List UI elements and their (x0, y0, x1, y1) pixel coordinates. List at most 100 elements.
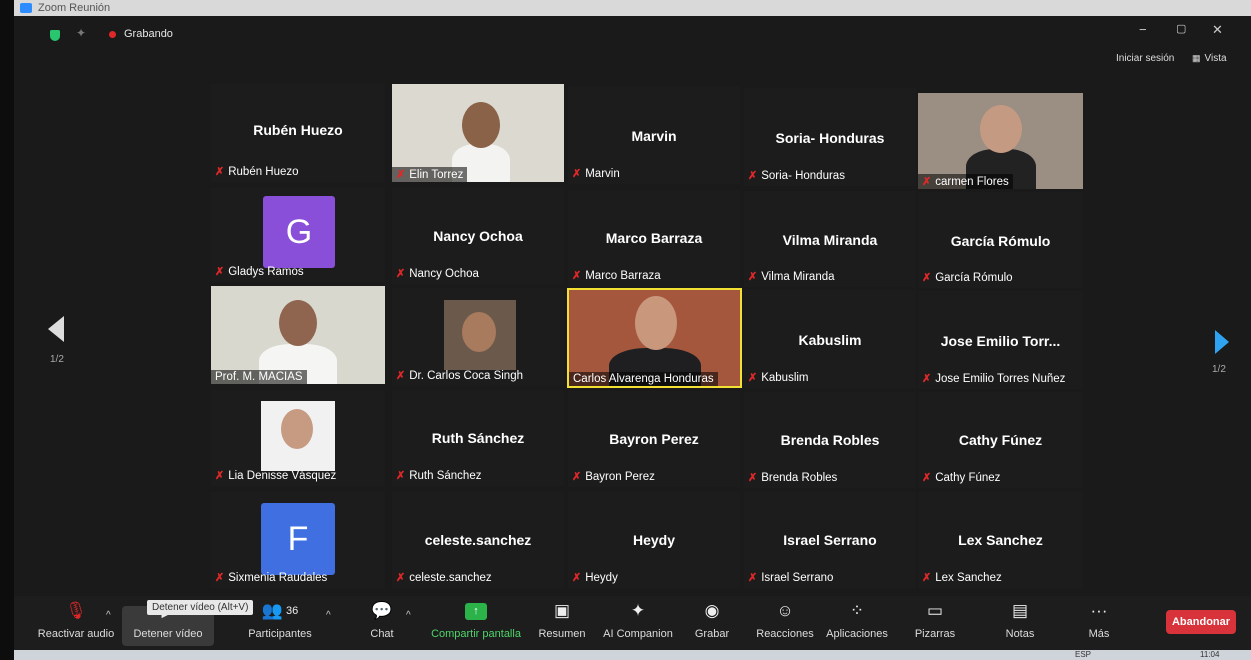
participant-label: ✗ Lex Sanchez (922, 571, 1002, 585)
participant-tile[interactable]: Heydy ✗ Heydy (568, 492, 740, 588)
restore-button[interactable]: ▢ (1176, 22, 1186, 35)
mic-muted-icon: ✗ (572, 471, 582, 483)
participant-name: Jose Emilio Torr... (940, 333, 1061, 349)
participant-name: Ruth Sánchez (431, 430, 525, 446)
notes-button[interactable]: ▤ Notas (1002, 600, 1038, 640)
language-indicator[interactable]: ESP (1075, 650, 1091, 659)
video-face (279, 300, 317, 346)
participant-tile[interactable]: Prof. M. MACIAS (211, 286, 385, 384)
participant-tile[interactable]: Israel Serrano ✗ Israel Serrano (744, 492, 916, 588)
title-bar: Zoom Reunión (14, 0, 1251, 16)
participant-tile[interactable]: ✗ Lia Denisse Vásquez (211, 390, 385, 486)
participant-tile[interactable]: Lex Sanchez ✗ Lex Sanchez (918, 492, 1083, 588)
participant-name: Brenda Robles (780, 432, 880, 448)
participant-tile[interactable]: Vilma Miranda ✗ Vilma Miranda (744, 191, 916, 287)
mic-muted-icon: ✗ (572, 572, 582, 584)
avatar: G (263, 196, 335, 268)
participant-label: ✗ Bayron Perez (572, 470, 655, 484)
participant-tile[interactable]: F ✗ Sixmenia Raudales (211, 492, 385, 588)
sparkle-icon: ✦ (630, 601, 646, 620)
security-shield-icon[interactable] (50, 30, 60, 41)
reactions-button[interactable]: ☺ Reacciones (754, 600, 816, 640)
participant-name: Israel Serrano (783, 532, 877, 548)
participant-tile[interactable]: Bayron Perez ✗ Bayron Perez (568, 391, 740, 487)
summary-label: Resumen (538, 628, 586, 640)
participant-tile[interactable]: ✗ Elin Torrez (392, 84, 564, 182)
recording-status[interactable]: Grabando (124, 28, 173, 40)
sign-in-link[interactable]: Iniciar sesión (1116, 53, 1174, 64)
participant-tile[interactable]: García Rómulo ✗ García Rómulo (918, 192, 1083, 288)
participant-name: Lex Sanchez (958, 532, 1043, 548)
minimize-button[interactable]: − (1139, 22, 1147, 37)
participant-tile[interactable]: Jose Emilio Torr... ✗ Jose Emilio Torres … (918, 291, 1083, 389)
participant-label: ✗ Soria- Honduras (748, 169, 845, 183)
participant-tile[interactable]: ✗ carmen Flores (918, 93, 1083, 189)
share-screen-button[interactable]: ↑ Compartir pantalla (426, 600, 526, 640)
unmute-button[interactable]: 🎙 Reactivar audio (36, 600, 116, 640)
participant-label: ✗ Heydy (572, 571, 618, 585)
mic-muted-icon: ✗ (922, 373, 932, 385)
participant-tile[interactable]: ✗ Dr. Carlos Coca Singh (392, 288, 564, 386)
participant-label: ✗ Jose Emilio Torres Nuñez (922, 372, 1066, 386)
participant-tile[interactable]: Ruth Sánchez ✗ Ruth Sánchez (392, 390, 564, 486)
participant-tile[interactable]: Brenda Robles ✗ Brenda Robles (744, 392, 916, 488)
mic-muted-icon: ✗ (748, 170, 758, 182)
ai-companion-label: AI Companion (603, 628, 673, 640)
unmute-label: Reactivar audio (37, 628, 115, 640)
ai-companion-button[interactable]: ✦ AI Companion (600, 600, 676, 640)
record-button[interactable]: ◉ Grabar (692, 600, 732, 640)
video-face (462, 102, 500, 148)
summary-button[interactable]: ▣ Resumen (536, 600, 588, 640)
stop-video-label: Detener vídeo (133, 628, 203, 640)
view-label: Vista (1204, 53, 1227, 64)
whiteboards-button[interactable]: ▭ Pizarras (912, 600, 958, 640)
mic-muted-icon: ✗ (215, 572, 225, 584)
recording-dot-icon (109, 31, 116, 38)
active-speaker-tile[interactable]: Carlos Alvarenga Honduras (567, 288, 742, 388)
mic-muted-icon: ✗ (748, 271, 758, 283)
apps-icon: ⁘ (849, 601, 865, 620)
chat-button[interactable]: 💬 Chat (362, 600, 402, 640)
more-label: Más (1088, 628, 1110, 640)
participant-label: Carlos Alvarenga Honduras (569, 372, 718, 386)
clock[interactable]: 11:04 (1200, 650, 1219, 659)
participant-tile[interactable]: G ✗ Gladys Ramos (211, 188, 385, 282)
apps-button[interactable]: ⁘ Aplicaciones (824, 600, 890, 640)
whiteboards-label: Pizarras (914, 628, 956, 640)
info-icon[interactable]: ✦ (76, 26, 86, 40)
mic-muted-icon: ✗ (748, 572, 758, 584)
participants-button[interactable]: 👥 36 Participantes (240, 600, 320, 640)
participant-tile[interactable]: Marco Barraza ✗ Marco Barraza (568, 190, 740, 286)
view-button[interactable]: ▦ Vista (1192, 53, 1227, 64)
participant-tile[interactable]: Rubén Huezo ✗ Rubén Huezo (211, 84, 385, 182)
next-page-arrow-icon[interactable] (1215, 330, 1229, 354)
photo-face (462, 312, 496, 352)
participant-tile[interactable]: Nancy Ochoa ✗ Nancy Ochoa (392, 188, 564, 284)
participant-name: Heydy (632, 532, 676, 548)
participant-name: Rubén Huezo (253, 122, 343, 138)
mic-muted-icon: ✗ (922, 176, 932, 188)
chat-caret-icon[interactable]: ^ (406, 610, 411, 621)
audio-options-caret-icon[interactable]: ^ (106, 610, 111, 621)
participant-tile[interactable]: Cathy Fúnez ✗ Cathy Fúnez (918, 392, 1083, 488)
apps-label: Aplicaciones (826, 628, 888, 640)
whiteboard-icon: ▭ (926, 601, 944, 620)
participants-icon: 👥 36 (261, 601, 299, 620)
mic-muted-icon: ✗ (396, 268, 406, 280)
participant-label: ✗ carmen Flores (918, 174, 1013, 189)
mic-muted-icon: ✗ (215, 166, 225, 178)
participant-name: Soria- Honduras (775, 130, 885, 146)
more-dots-icon: ··· (1090, 601, 1108, 620)
participant-tile[interactable]: Marvin ✗ Marvin (568, 86, 740, 184)
meeting-toolbar: 🎙 Reactivar audio ^ ▶ Detener vídeo Dete… (14, 596, 1251, 650)
participants-caret-icon[interactable]: ^ (326, 610, 331, 621)
more-button[interactable]: ··· Más (1082, 600, 1116, 640)
participant-tile[interactable]: celeste.sanchez ✗ celeste.sanchez (392, 492, 564, 588)
participant-label: ✗ Nancy Ochoa (396, 267, 479, 281)
close-button[interactable]: ✕ (1212, 22, 1223, 38)
participant-tile[interactable]: Soria- Honduras ✗ Soria- Honduras (744, 88, 916, 186)
participant-tile[interactable]: Kabuslim ✗ Kabuslim (744, 290, 916, 388)
mic-muted-icon: ✗ (396, 470, 406, 482)
leave-button[interactable]: Abandonar (1166, 610, 1236, 634)
previous-page-arrow-icon[interactable] (48, 316, 64, 342)
